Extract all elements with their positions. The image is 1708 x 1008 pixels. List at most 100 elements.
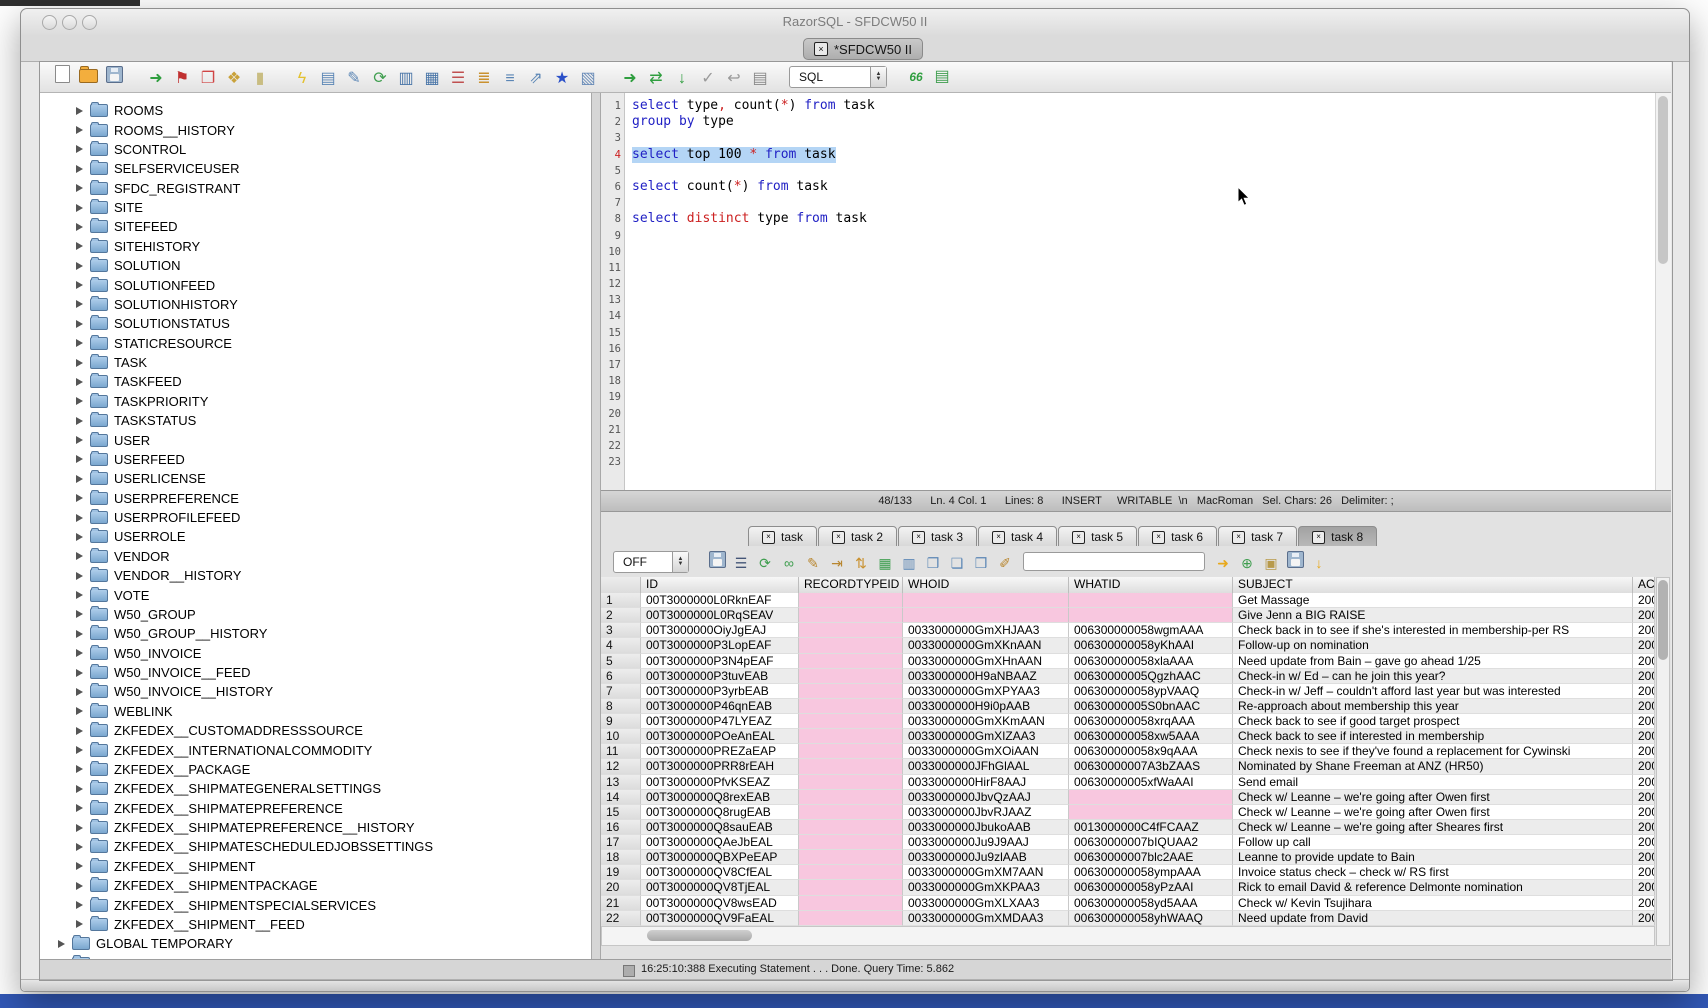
sidebar-item-staticresource[interactable]: STATICRESOURCE [39,334,591,353]
cell[interactable]: 0033000000GmXLXAA3 [903,896,1069,911]
editor-line[interactable]: 1select type, count(*) from task [601,98,1655,114]
cell[interactable]: 00T3000000P46qnEAB [641,699,799,714]
close-tab-icon[interactable]: × [1072,531,1085,544]
cell[interactable]: Check w/ Leanne – we're going after Owen… [1233,790,1633,805]
edit-cell-icon[interactable]: ✎ [801,551,825,575]
disclosure-triangle-icon[interactable] [76,882,83,890]
column-header-subject[interactable]: SUBJECT [1233,577,1633,593]
editor-line[interactable]: 13 [601,292,1655,308]
results-search-input[interactable] [1023,552,1205,571]
editor-line[interactable]: 10 [601,244,1655,260]
cell[interactable] [1069,805,1233,820]
cell[interactable]: 200 [1633,759,1655,774]
sidebar-item-zkfedex__shipmatescheduledjobssettings[interactable]: ZKFEDEX__SHIPMATESCHEDULEDJOBSSETTINGS [39,837,591,856]
sidebar-item-weblink[interactable]: WEBLINK [39,702,591,721]
execute-sql-icon[interactable]: ϟ [289,67,315,91]
cell[interactable]: Give Jenn a BIG RAISE [1233,608,1633,623]
cell[interactable]: 006300000058ypVAAQ [1069,684,1233,699]
cell[interactable]: 0033000000GmXMDAA3 [903,911,1069,926]
sidebar-item-user[interactable]: USER [39,430,591,449]
row-number[interactable]: 2 [601,608,641,623]
sidebar-item-sitehistory[interactable]: SITEHISTORY [39,237,591,256]
cell[interactable]: 006300000058yd5AAA [1069,896,1233,911]
view-log-icon[interactable]: ▤ [747,67,773,91]
cell[interactable]: 200 [1633,714,1655,729]
sidebar-item-w50_invoice[interactable]: W50_INVOICE [39,644,591,663]
cell[interactable]: 006300000058xrqAAA [1069,714,1233,729]
results-view-icon[interactable]: ▤ [929,65,955,89]
database-icon[interactable]: ▮ [247,67,273,91]
disclosure-triangle-icon[interactable] [76,126,83,134]
column-header-rownum[interactable] [601,577,641,593]
sidebar-item-userprofilefeed[interactable]: USERPROFILEFEED [39,508,591,527]
disclosure-triangle-icon[interactable] [76,920,83,928]
cell[interactable]: 200 [1633,623,1655,638]
cell[interactable]: Nominated by Shane Freeman at ANZ (HR50) [1233,759,1633,774]
row-number[interactable]: 17 [601,835,641,850]
cell[interactable]: Check w/ Leanne – we're going after Owen… [1233,805,1633,820]
cell[interactable] [903,593,1069,608]
disclosure-triangle-icon[interactable] [76,145,83,153]
sidebar-item-userfeed[interactable]: USERFEED [39,450,591,469]
sidebar-item-solution[interactable]: SOLUTION [39,256,591,275]
editor-line[interactable]: 22 [601,438,1655,454]
cell[interactable]: Check back to see if good target prospec… [1233,714,1633,729]
disclosure-triangle-icon[interactable] [76,552,83,560]
table-row[interactable]: 400T3000000P3LopEAF0033000000GmXKnAAN006… [601,638,1655,653]
row-number[interactable]: 13 [601,775,641,790]
cell[interactable]: 0033000000GmXPYAA3 [903,684,1069,699]
cell[interactable]: 0013000000C4fFCAAZ [1069,820,1233,835]
row-number[interactable]: 1 [601,593,641,608]
cell[interactable] [799,684,903,699]
paste-results-icon[interactable]: ▣ [1259,551,1283,575]
disclosure-triangle-icon[interactable] [76,204,83,212]
cell[interactable]: 200 [1633,865,1655,880]
cell[interactable]: 200 [1633,729,1655,744]
cell[interactable]: 0033000000GmXM7AAN [903,865,1069,880]
table-row[interactable]: 1100T3000000PREZaEAP0033000000GmXOiAAN00… [601,744,1655,759]
cell[interactable] [1069,790,1233,805]
cell[interactable]: 00T3000000OiyJgEAJ [641,623,799,638]
cell[interactable]: 0033000000JFhGlAAL [903,759,1069,774]
copy-table-icon[interactable]: ❒ [969,551,993,575]
cell[interactable]: 200 [1633,805,1655,820]
cell[interactable]: 0033000000JbvRJAAZ [903,805,1069,820]
cell[interactable]: 00T3000000P47LYEAZ [641,714,799,729]
sidebar-item-taskstatus[interactable]: TASKSTATUS [39,411,591,430]
row-number[interactable]: 3 [601,623,641,638]
cell[interactable]: 00T3000000L0RknEAF [641,593,799,608]
table-row[interactable]: 1400T3000000Q8rexEAB0033000000JbvQzAAJCh… [601,790,1655,805]
editor-line[interactable]: 12 [601,276,1655,292]
cell[interactable]: 0033000000JbukoAAB [903,820,1069,835]
cell[interactable]: 0033000000GmXIZAA3 [903,729,1069,744]
open-file-icon[interactable] [75,64,101,88]
cell[interactable]: 200 [1633,896,1655,911]
cell[interactable]: 00T3000000P3LopEAF [641,638,799,653]
select-columns-icon[interactable]: ▥ [897,551,921,575]
cell[interactable]: 200 [1633,790,1655,805]
disclosure-triangle-icon[interactable] [76,223,83,231]
cell[interactable] [799,759,903,774]
close-tab-icon[interactable]: × [1152,531,1165,544]
disclosure-triangle-icon[interactable] [76,630,83,638]
cell[interactable] [799,850,903,865]
result-tab-task[interactable]: ×task [748,526,817,548]
cell[interactable]: 00630000007blc2AAE [1069,850,1233,865]
cell[interactable]: Send email [1233,775,1633,790]
disclosure-triangle-icon[interactable] [76,107,83,115]
table-row[interactable]: 600T3000000P3tuvEAB0033000000H9aNBAAZ006… [601,669,1655,684]
table-row[interactable]: 1700T3000000QAeJbEAL0033000000Ju9J9AAJ00… [601,835,1655,850]
format-sql-icon[interactable]: ⇗ [523,67,549,91]
table-row[interactable]: 500T3000000P3N4pEAF0033000000GmXHnAAN006… [601,654,1655,669]
row-number[interactable]: 12 [601,759,641,774]
cell[interactable]: 00T3000000Q8rugEAB [641,805,799,820]
cell[interactable] [799,835,903,850]
edit-sql-icon[interactable]: ✎ [341,67,367,91]
sidebar-item-vote[interactable]: VOTE [39,585,591,604]
disconnect-icon[interactable]: ⚑ [169,67,195,91]
cell[interactable]: 00630000007bIQUAA2 [1069,835,1233,850]
table-row[interactable]: 2100T3000000QV8wsEAD0033000000GmXLXAA300… [601,896,1655,911]
cell[interactable] [799,911,903,926]
row-number[interactable]: 6 [601,669,641,684]
cell[interactable]: 00630000007A3bZAAS [1069,759,1233,774]
